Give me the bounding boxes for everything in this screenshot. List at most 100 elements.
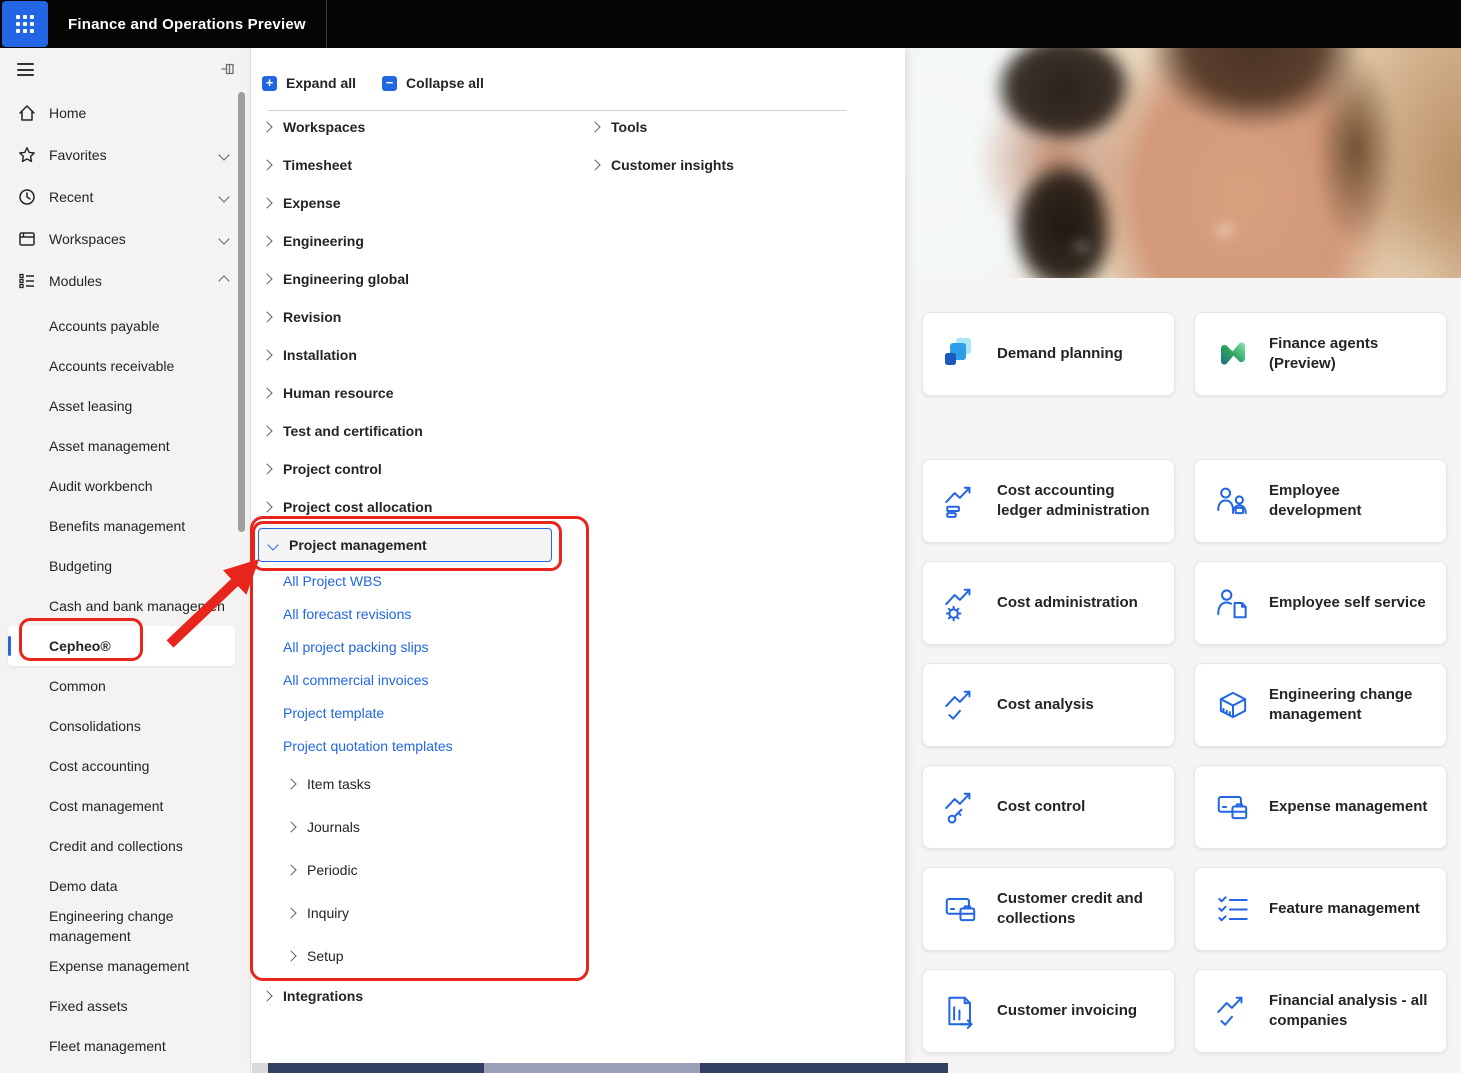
chevron-down-icon bbox=[267, 539, 279, 551]
tile-cost-analysis[interactable]: Cost analysis bbox=[922, 663, 1175, 747]
tile-customer-invoicing[interactable]: Customer invoicing bbox=[922, 969, 1175, 1053]
module-common[interactable]: Common bbox=[8, 666, 235, 706]
tile-expense-management[interactable]: Expense management bbox=[1194, 765, 1447, 849]
chevron-right-icon bbox=[285, 820, 297, 833]
tree-item-engineering-global[interactable]: Engineering global bbox=[251, 260, 581, 298]
module-asset-management[interactable]: Asset management bbox=[8, 426, 235, 466]
waffle-grid-icon bbox=[16, 15, 34, 33]
horizontal-scrollbar-thumb[interactable] bbox=[484, 1063, 700, 1073]
hamburger-menu-icon[interactable] bbox=[17, 63, 34, 76]
tree-item-engineering[interactable]: Engineering bbox=[251, 222, 581, 260]
pin-icon[interactable] bbox=[220, 61, 236, 77]
bottom-bar-segment bbox=[268, 1063, 484, 1073]
menu-link-project-quotation-templates[interactable]: Project quotation templates bbox=[251, 729, 581, 762]
module-engineering-change-management[interactable]: Engineering change management bbox=[8, 906, 235, 946]
sidebar-item-favorites[interactable]: Favorites bbox=[0, 134, 250, 176]
chevron-right-icon bbox=[261, 273, 273, 285]
workspace-content-area: Demand planning Finance agents (Preview)… bbox=[905, 48, 1461, 1073]
collapse-all-button[interactable]: − Collapse all bbox=[382, 75, 484, 91]
module-benefits-management[interactable]: Benefits management bbox=[8, 506, 235, 546]
menu-group-item-tasks[interactable]: Item tasks bbox=[251, 762, 581, 805]
sidebar-item-home[interactable]: Home bbox=[0, 92, 250, 134]
bottom-bar-segment bbox=[700, 1063, 948, 1073]
tile-engineering-change-management[interactable]: Engineering change management bbox=[1194, 663, 1447, 747]
tree-item-expense[interactable]: Expense bbox=[251, 184, 581, 222]
tile-feature-management[interactable]: Feature management bbox=[1194, 867, 1447, 951]
tile-cost-control[interactable]: Cost control bbox=[922, 765, 1175, 849]
tree-item-integrations[interactable]: Integrations bbox=[251, 977, 581, 1015]
module-menu-flyout: + Expand all − Collapse all Workspaces T… bbox=[251, 48, 905, 1063]
menu-link-project-template[interactable]: Project template bbox=[251, 696, 581, 729]
tree-item-tools[interactable]: Tools bbox=[579, 108, 879, 146]
module-asset-leasing[interactable]: Asset leasing bbox=[8, 386, 235, 426]
tree-item-human-resource[interactable]: Human resource bbox=[251, 374, 581, 412]
chevron-right-icon bbox=[261, 990, 273, 1002]
tile-employee-development[interactable]: Employee development bbox=[1194, 459, 1447, 543]
tile-finance-agents-preview[interactable]: Finance agents (Preview) bbox=[1194, 312, 1447, 396]
module-consolidations[interactable]: Consolidations bbox=[8, 706, 235, 746]
project-management-selected-row[interactable]: Project management bbox=[258, 528, 552, 562]
module-cash-and-bank-management[interactable]: Cash and bank management bbox=[8, 586, 235, 626]
menu-group-inquiry[interactable]: Inquiry bbox=[251, 891, 581, 934]
tree-item-workspaces[interactable]: Workspaces bbox=[251, 108, 581, 146]
tile-employee-self-service[interactable]: Employee self service bbox=[1194, 561, 1447, 645]
module-expense-management[interactable]: Expense management bbox=[8, 946, 235, 986]
sidebar-header bbox=[0, 48, 250, 92]
modules-list: Accounts payable Accounts receivable Ass… bbox=[0, 306, 250, 1066]
module-accounts-payable[interactable]: Accounts payable bbox=[8, 306, 235, 346]
menu-link-all-project-packing-slips[interactable]: All project packing slips bbox=[251, 630, 581, 663]
tile-financial-analysis-all-companies[interactable]: Financial analysis - all companies bbox=[1194, 969, 1447, 1053]
hero-photo bbox=[905, 48, 1461, 278]
module-accounts-receivable[interactable]: Accounts receivable bbox=[8, 346, 235, 386]
sidebar-item-modules[interactable]: Modules bbox=[0, 260, 250, 302]
module-fleet-management[interactable]: Fleet management bbox=[8, 1026, 235, 1066]
module-audit-workbench[interactable]: Audit workbench bbox=[8, 466, 235, 506]
menu-group-journals[interactable]: Journals bbox=[251, 805, 581, 848]
tile-cost-administration[interactable]: Cost administration bbox=[922, 561, 1175, 645]
chevron-right-icon bbox=[261, 235, 273, 247]
sidebar-scrollbar[interactable] bbox=[238, 92, 245, 532]
trend-wrench-icon bbox=[941, 787, 981, 827]
tree-item-project-control[interactable]: Project control bbox=[251, 450, 581, 488]
tree-item-test-and-certification[interactable]: Test and certification bbox=[251, 412, 581, 450]
tree-item-project-cost-allocation[interactable]: Project cost allocation bbox=[251, 488, 581, 526]
tree-item-timesheet[interactable]: Timesheet bbox=[251, 146, 581, 184]
sidebar-item-recent[interactable]: Recent bbox=[0, 176, 250, 218]
chevron-right-icon bbox=[285, 777, 297, 790]
tree-item-project-management-expanded[interactable]: Project management bbox=[251, 526, 581, 564]
module-budgeting[interactable]: Budgeting bbox=[8, 546, 235, 586]
sidebar-item-workspaces[interactable]: Workspaces bbox=[0, 218, 250, 260]
menu-toolbar: + Expand all − Collapse all bbox=[262, 75, 484, 91]
chevron-down-icon bbox=[218, 191, 230, 203]
chevron-right-icon bbox=[261, 197, 273, 209]
tree-item-installation[interactable]: Installation bbox=[251, 336, 581, 374]
tree-item-customer-insights[interactable]: Customer insights bbox=[579, 146, 879, 184]
tile-cost-accounting-ledger-administration[interactable]: Cost accounting ledger administration bbox=[922, 459, 1175, 543]
menu-group-setup[interactable]: Setup bbox=[251, 934, 581, 977]
invoice-arrow-icon bbox=[941, 991, 981, 1031]
menu-link-all-project-wbs[interactable]: All Project WBS bbox=[251, 564, 581, 597]
tiles-section-spacer bbox=[922, 414, 1447, 441]
top-app-bar: Finance and Operations Preview bbox=[0, 0, 1461, 48]
chevron-right-icon bbox=[589, 121, 601, 133]
menu-link-all-forecast-revisions[interactable]: All forecast revisions bbox=[251, 597, 581, 630]
checklist-icon bbox=[1213, 889, 1253, 929]
chevron-down-icon bbox=[218, 149, 230, 161]
chevron-up-icon bbox=[218, 275, 230, 287]
expand-all-button[interactable]: + Expand all bbox=[262, 75, 356, 91]
app-launcher-waffle-icon[interactable] bbox=[2, 1, 48, 47]
module-cost-management[interactable]: Cost management bbox=[8, 786, 235, 826]
tile-demand-planning[interactable]: Demand planning bbox=[922, 312, 1175, 396]
tree-item-revision[interactable]: Revision bbox=[251, 298, 581, 336]
chevron-right-icon bbox=[285, 906, 297, 919]
module-fixed-assets[interactable]: Fixed assets bbox=[8, 986, 235, 1026]
card-briefcase-icon bbox=[1213, 787, 1253, 827]
app-title[interactable]: Finance and Operations Preview bbox=[68, 16, 306, 33]
module-cost-accounting[interactable]: Cost accounting bbox=[8, 746, 235, 786]
module-cepheo[interactable]: Cepheo® bbox=[8, 626, 235, 666]
module-credit-and-collections[interactable]: Credit and collections bbox=[8, 826, 235, 866]
tile-customer-credit-and-collections[interactable]: Customer credit and collections bbox=[922, 867, 1175, 951]
menu-group-periodic[interactable]: Periodic bbox=[251, 848, 581, 891]
menu-link-all-commercial-invoices[interactable]: All commercial invoices bbox=[251, 663, 581, 696]
module-demo-data[interactable]: Demo data bbox=[8, 866, 235, 906]
